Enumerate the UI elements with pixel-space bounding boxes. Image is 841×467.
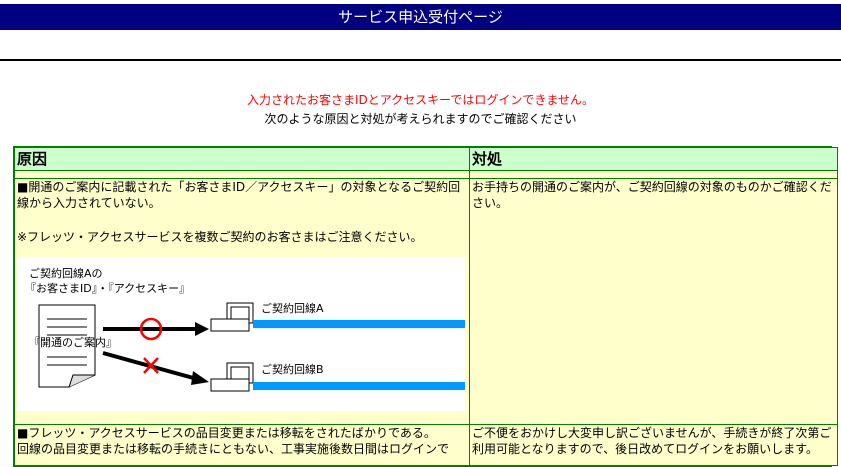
header-action: 対処 bbox=[469, 147, 838, 171]
action-cell: ご不便をおかけし大変申し訳ございませんが、手続きが終了次第ご利用可能となりますの… bbox=[469, 424, 838, 466]
diagram-label-top-2: 『お客さまID』・『アクセスキー』 bbox=[25, 281, 190, 295]
cause-action-table: 原因 対処 ■開通のご案内に記載された「お客さまID／アクセスキー」の対象となる… bbox=[13, 146, 838, 467]
line-b-bar bbox=[253, 382, 465, 390]
arrow-b-head bbox=[191, 371, 209, 385]
line-a-label: ご契約回線A bbox=[261, 301, 324, 315]
divider bbox=[0, 59, 841, 61]
header-cause: 原因 bbox=[14, 147, 470, 171]
diagram-svg: ご契約回線Aの 『お客さまID』・『アクセスキー』 『開通のご案内』 ご契約回線… bbox=[25, 266, 465, 392]
action-cell: お手持ちの開通のご案内が、ご契約回線の対象のものかご確認ください。 bbox=[469, 178, 838, 425]
arrow-a-head bbox=[195, 322, 209, 336]
cause-cell: ■フレッツ・アクセスサービスの品目変更または移転をされたばかりである。 回線の品… bbox=[14, 424, 470, 466]
cause-cell: ■開通のご案内に記載された「お客さまID／アクセスキー」の対象となるご契約回線か… bbox=[14, 178, 470, 425]
action-text: お手持ちの開通のご案内が、ご契約回線の対象のものかご確認ください。 bbox=[472, 180, 832, 210]
action-text: ご不便をおかけし大変申し訳ございませんが、手続きが終了次第ご利用可能となりますの… bbox=[472, 426, 832, 456]
error-message: 入力されたお客さまIDとアクセスキーではログインできません。 bbox=[246, 93, 595, 107]
page-title: サービス申込受付ページ bbox=[338, 8, 503, 26]
table-row: ■開通のご案内に記載された「お客さまID／アクセスキー」の対象となるご契約回線か… bbox=[14, 178, 838, 425]
doc-label: 『開通のご案内』 bbox=[29, 335, 117, 349]
table-row: ■フレッツ・アクセスサービスの品目変更または移転をされたばかりである。 回線の品… bbox=[14, 424, 838, 466]
diagram-label-top-1: ご契約回線Aの bbox=[29, 266, 103, 280]
cause-text: ■フレッツ・アクセスサービスの品目変更または移転をされたばかりである。 回線の品… bbox=[17, 426, 450, 456]
cause-text: ■開通のご案内に記載された「お客さまID／アクセスキー」の対象となるご契約回線か… bbox=[17, 180, 461, 210]
computer-icon bbox=[210, 302, 254, 332]
computer-icon bbox=[210, 362, 254, 392]
line-diagram: ご契約回線Aの 『お客さまID』・『アクセスキー』 『開通のご案内』 ご契約回線… bbox=[17, 257, 465, 411]
info-message: 次のような原因と対処が考えられますのでご確認ください bbox=[264, 112, 577, 126]
page-title-bar: サービス申込受付ページ bbox=[0, 4, 841, 30]
line-a-bar bbox=[253, 320, 465, 328]
line-b-label: ご契約回線B bbox=[261, 362, 324, 376]
cause-note: ※フレッツ・アクセスサービスを複数ご契約のお客さまはご注意ください。 bbox=[17, 230, 423, 244]
